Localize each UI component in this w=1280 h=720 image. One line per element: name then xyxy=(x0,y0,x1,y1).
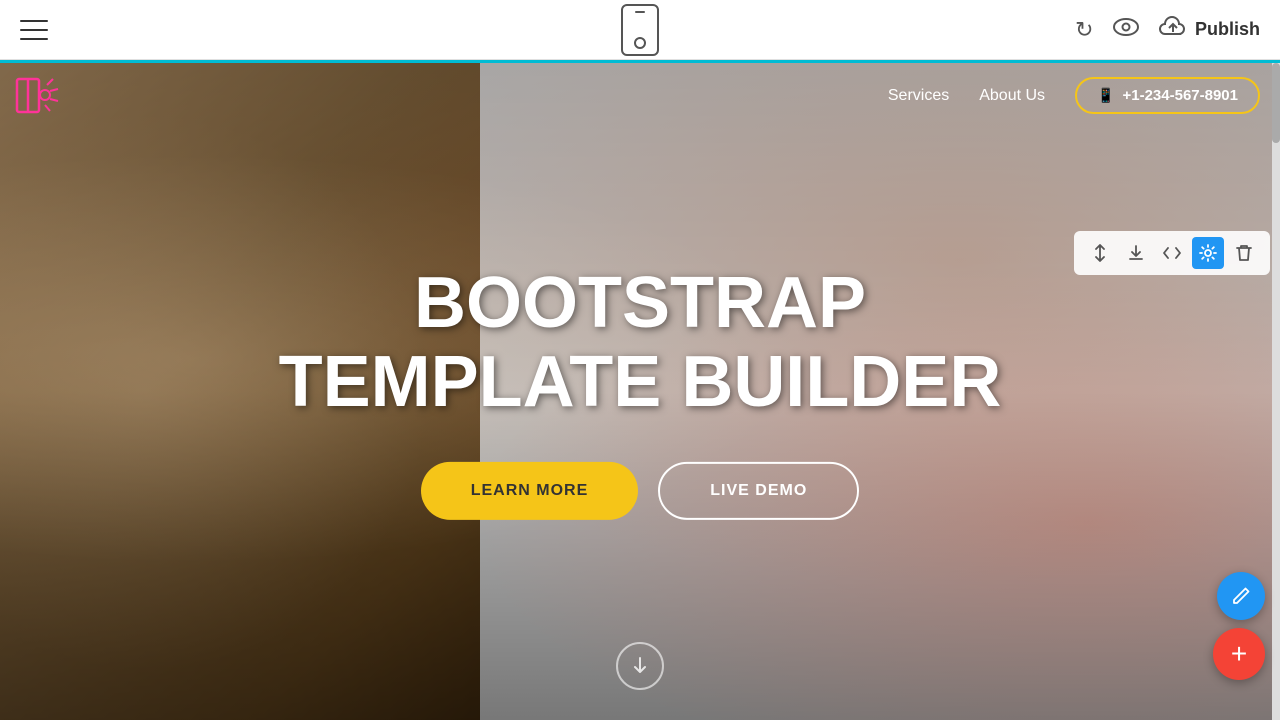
nav-services[interactable]: Services xyxy=(888,87,949,105)
fab-edit-button[interactable] xyxy=(1217,572,1265,620)
plus-icon: + xyxy=(1231,640,1247,668)
scroll-down-button[interactable] xyxy=(616,642,664,690)
canvas-area: Services About Us 📱 +1-234-567-8901 xyxy=(0,60,1280,720)
section-download-button[interactable] xyxy=(1120,237,1152,269)
publish-button[interactable]: Publish xyxy=(1159,16,1260,44)
scrollbar[interactable] xyxy=(1272,63,1280,720)
preview-button[interactable] xyxy=(1113,18,1139,42)
hero-buttons: LEARN MORE LIVE DEMO xyxy=(128,462,1152,520)
cloud-icon xyxy=(1159,16,1187,44)
toolbar-left xyxy=(20,20,48,40)
site-logo[interactable] xyxy=(15,73,70,118)
undo-button[interactable]: ↺ xyxy=(1075,17,1093,43)
hero-title-line2: TEMPLATE BUILDER xyxy=(128,343,1152,422)
canvas-navbar: Services About Us 📱 +1-234-567-8901 xyxy=(0,63,1280,128)
fab-add-button[interactable]: + xyxy=(1213,628,1265,680)
hero-title-line1: BOOTSTRAP xyxy=(128,263,1152,342)
phone-icon: 📱 xyxy=(1097,87,1114,104)
section-delete-button[interactable] xyxy=(1228,237,1260,269)
nav-about-us[interactable]: About Us xyxy=(979,87,1045,105)
phone-number: +1-234-567-8901 xyxy=(1122,87,1238,104)
section-code-button[interactable] xyxy=(1156,237,1188,269)
hero-content: BOOTSTRAP TEMPLATE BUILDER LEARN MORE LI… xyxy=(128,263,1152,519)
section-settings-button[interactable] xyxy=(1192,237,1224,269)
hamburger-menu-button[interactable] xyxy=(20,20,48,40)
top-toolbar: ↺ Publish xyxy=(0,0,1280,60)
live-demo-button[interactable]: LIVE DEMO xyxy=(658,462,859,520)
publish-label: Publish xyxy=(1195,19,1260,40)
section-toolbar xyxy=(1074,231,1270,275)
learn-more-button[interactable]: LEARN MORE xyxy=(421,462,639,520)
mobile-preview-button[interactable] xyxy=(621,4,659,56)
section-move-button[interactable] xyxy=(1084,237,1116,269)
phone-button[interactable]: 📱 +1-234-567-8901 xyxy=(1075,77,1260,114)
toolbar-right: ↺ Publish xyxy=(1075,16,1260,44)
hero-title: BOOTSTRAP TEMPLATE BUILDER xyxy=(128,263,1152,421)
nav-links: Services About Us 📱 +1-234-567-8901 xyxy=(888,77,1260,114)
toolbar-center xyxy=(621,4,659,56)
